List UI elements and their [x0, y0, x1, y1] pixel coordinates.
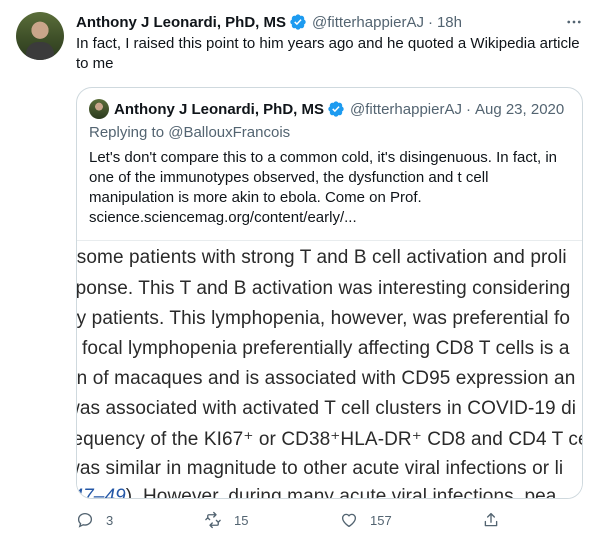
share-button[interactable] [482, 508, 500, 532]
verified-badge-icon [328, 101, 344, 117]
tweet[interactable]: Anthony J Leonardi, PhD, MS @fitterhappi… [0, 0, 598, 540]
quoted-tweet[interactable]: Anthony J Leonardi, PhD, MS @fitterhappi… [76, 87, 583, 499]
tweet-time[interactable]: 18h [437, 14, 462, 31]
separator-dot: · [427, 13, 433, 31]
reply-button[interactable]: 3 [76, 508, 113, 532]
tweet-actions: 3 15 157 [76, 508, 516, 532]
quoted-text: Let's don't compare this to a common col… [89, 149, 558, 226]
tweet-header: Anthony J Leonardi, PhD, MS @fitterhappi… [76, 12, 462, 32]
citation-link: 47–49 [77, 486, 126, 499]
replying-mention[interactable]: @BallouxFrancois [168, 124, 290, 141]
image-text-line: ny patients. This lymphopenia, however, … [77, 308, 571, 329]
replying-label: Replying to [89, 124, 169, 141]
verified-badge-icon [290, 14, 306, 30]
author-handle[interactable]: @fitterhappierAJ [312, 14, 424, 31]
image-text-line: requency of the KI67⁺ or CD38⁺HLA-DR⁺ CD… [77, 429, 583, 450]
quoted-author-name: Anthony J Leonardi, PhD, MS [114, 100, 325, 118]
retweet-button[interactable]: 15 [204, 508, 248, 532]
quoted-header: Anthony J Leonardi, PhD, MS @fitterhappi… [89, 99, 564, 119]
quoted-image[interactable]: f some patients with strong T and B cell… [77, 240, 583, 499]
image-text-line: sponse. This T and B activation was inte… [77, 278, 571, 299]
reply-icon [77, 512, 93, 528]
image-text-line: was similar in magnitude to other acute … [77, 458, 564, 479]
reply-count: 3 [106, 512, 114, 528]
image-text-line: f some patients with strong T and B cell… [77, 247, 567, 268]
image-text-line: was associated with activated T cell clu… [77, 398, 577, 419]
image-text-line: h focal lymphopenia preferentially affec… [77, 338, 570, 359]
replying-to: Replying to @BallouxFrancois [89, 124, 290, 141]
image-text-line: (47–49). However, during many acute vira… [77, 486, 556, 499]
image-text-line: on of macaques and is associated with CD… [77, 368, 576, 389]
like-button[interactable]: 157 [340, 508, 392, 532]
quoted-handle: @fitterhappierAJ [350, 100, 462, 118]
author-name[interactable]: Anthony J Leonardi, PhD, MS [76, 14, 286, 31]
quoted-date: Aug 23, 2020 [474, 100, 565, 118]
more-icon[interactable] [562, 10, 586, 34]
share-icon [484, 512, 498, 527]
avatar[interactable] [16, 12, 64, 60]
tweet-text: In fact, I raised this point to him year… [76, 35, 580, 72]
like-count: 157 [370, 512, 392, 528]
quoted-avatar [89, 99, 109, 119]
separator-dot: · [465, 100, 471, 118]
heart-icon [341, 513, 357, 528]
retweet-icon [205, 511, 221, 529]
retweet-count: 15 [234, 512, 249, 528]
